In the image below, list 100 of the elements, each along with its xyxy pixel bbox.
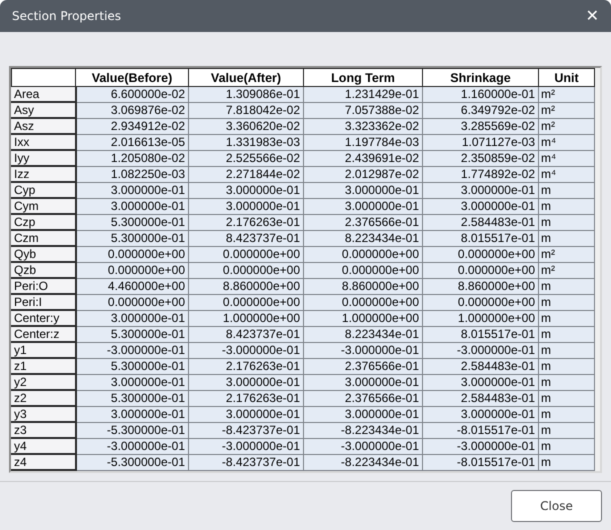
table-cell: 3.000000e-01 <box>304 182 422 198</box>
table-cell: 2.934912e-02 <box>76 118 188 134</box>
table-cell: 1.000000e+00 <box>188 310 304 326</box>
row-header: Peri:O <box>12 278 76 294</box>
table-cell: 1.082250e-03 <box>76 166 188 182</box>
table-cell: 0.000000e+00 <box>422 262 538 278</box>
table-cell: 3.000000e-01 <box>304 198 422 214</box>
table-cell: 1.309086e-01 <box>188 86 304 102</box>
table-cell: 8.860000e+00 <box>188 278 304 294</box>
close-button[interactable]: Close <box>511 490 602 522</box>
table-cell: 3.000000e-01 <box>304 374 422 390</box>
table-cell: m² <box>538 86 594 102</box>
table-cell: -3.000000e-01 <box>304 342 422 358</box>
table-cell: m⁴ <box>538 166 594 182</box>
table-cell: 3.000000e-01 <box>188 406 304 422</box>
table-cell: 2.176263e-01 <box>188 390 304 406</box>
column-header: Shrinkage <box>422 68 538 86</box>
row-header: y4 <box>12 438 76 454</box>
row-header: Asz <box>12 118 76 134</box>
table-cell: 1.197784e-03 <box>304 134 422 150</box>
table-cell: 5.300000e-01 <box>76 390 188 406</box>
table-cell: -8.015517e-01 <box>422 454 538 470</box>
row-header: Cym <box>12 198 76 214</box>
table-cell: m² <box>538 102 594 118</box>
row-header: z2 <box>12 390 76 406</box>
table-cell: 3.000000e-01 <box>76 198 188 214</box>
table-cell: m <box>538 342 594 358</box>
table-cell: 8.223434e-01 <box>304 326 422 342</box>
table-cell: 3.000000e-01 <box>188 374 304 390</box>
table-cell: 4.460000e+00 <box>76 278 188 294</box>
table-cell: -8.423737e-01 <box>188 454 304 470</box>
table-cell: 2.439691e-02 <box>304 150 422 166</box>
table-cell: 3.360620e-02 <box>188 118 304 134</box>
row-header: Area <box>12 86 76 102</box>
row-header: Ixx <box>12 134 76 150</box>
table-cell: 5.300000e-01 <box>76 230 188 246</box>
table-cell: 1.331983e-03 <box>188 134 304 150</box>
table-cell: 0.000000e+00 <box>422 294 538 310</box>
column-header: Unit <box>538 68 594 86</box>
table-cell: m <box>538 182 594 198</box>
table-cell: 8.860000e+00 <box>304 278 422 294</box>
table-cell: 0.000000e+00 <box>188 246 304 262</box>
table-cell: 3.000000e-01 <box>188 182 304 198</box>
table-cell: 5.300000e-01 <box>76 214 188 230</box>
table-cell: 0.000000e+00 <box>188 262 304 278</box>
table-cell: 3.069876e-02 <box>76 102 188 118</box>
table-cell: 8.860000e+00 <box>422 278 538 294</box>
table-cell: -8.223434e-01 <box>304 454 422 470</box>
table-cell: 0.000000e+00 <box>422 246 538 262</box>
table-cell: 2.271844e-02 <box>188 166 304 182</box>
table-cell: m² <box>538 262 594 278</box>
table-cell: m <box>538 326 594 342</box>
table-cell: m <box>538 230 594 246</box>
table-cell: -3.000000e-01 <box>188 342 304 358</box>
row-header: Izz <box>12 166 76 182</box>
table-cell: 0.000000e+00 <box>188 294 304 310</box>
table-cell: -3.000000e-01 <box>304 438 422 454</box>
table-cell: 1.160000e-01 <box>422 86 538 102</box>
row-header: Cyp <box>12 182 76 198</box>
table-cell: 2.584483e-01 <box>422 214 538 230</box>
table-cell: 6.349792e-02 <box>422 102 538 118</box>
table-cell: m <box>538 390 594 406</box>
table-cell: -3.000000e-01 <box>422 438 538 454</box>
table-cell: 3.000000e-01 <box>422 374 538 390</box>
table-cell: 1.774892e-02 <box>422 166 538 182</box>
row-header: Czm <box>12 230 76 246</box>
table-cell: m <box>538 422 594 438</box>
table-cell: 3.000000e-01 <box>76 310 188 326</box>
window-title: Section Properties <box>12 9 122 23</box>
table-cell: 6.600000e-02 <box>76 86 188 102</box>
row-header: z3 <box>12 422 76 438</box>
table-cell: 3.000000e-01 <box>422 182 538 198</box>
table-cell: 0.000000e+00 <box>304 262 422 278</box>
table-cell: m <box>538 438 594 454</box>
table-cell: m <box>538 406 594 422</box>
table-cell: 5.300000e-01 <box>76 326 188 342</box>
table-cell: 2.376566e-01 <box>304 358 422 374</box>
table-cell: 0.000000e+00 <box>76 294 188 310</box>
row-header: y3 <box>12 406 76 422</box>
table-cell: -3.000000e-01 <box>422 342 538 358</box>
table-cell: m <box>538 214 594 230</box>
table-cell: 8.423737e-01 <box>188 230 304 246</box>
table-cell: -3.000000e-01 <box>76 342 188 358</box>
table-cell: m <box>538 358 594 374</box>
table-cell: -3.000000e-01 <box>76 438 188 454</box>
table-cell: m <box>538 278 594 294</box>
table-cell: m <box>538 374 594 390</box>
table-cell: 3.000000e-01 <box>76 374 188 390</box>
row-header: z1 <box>12 358 76 374</box>
table-cell: 2.012987e-02 <box>304 166 422 182</box>
table-cell: 1.231429e-01 <box>304 86 422 102</box>
table-cell: 2.376566e-01 <box>304 214 422 230</box>
table-cell: 2.525566e-02 <box>188 150 304 166</box>
table-cell: 1.205080e-02 <box>76 150 188 166</box>
column-header: Value(After) <box>188 68 304 86</box>
table-cell: 2.584483e-01 <box>422 358 538 374</box>
table-cell: m <box>538 294 594 310</box>
table-cell: -8.223434e-01 <box>304 422 422 438</box>
row-header: Center:z <box>12 326 76 342</box>
table-cell: 3.000000e-01 <box>76 406 188 422</box>
